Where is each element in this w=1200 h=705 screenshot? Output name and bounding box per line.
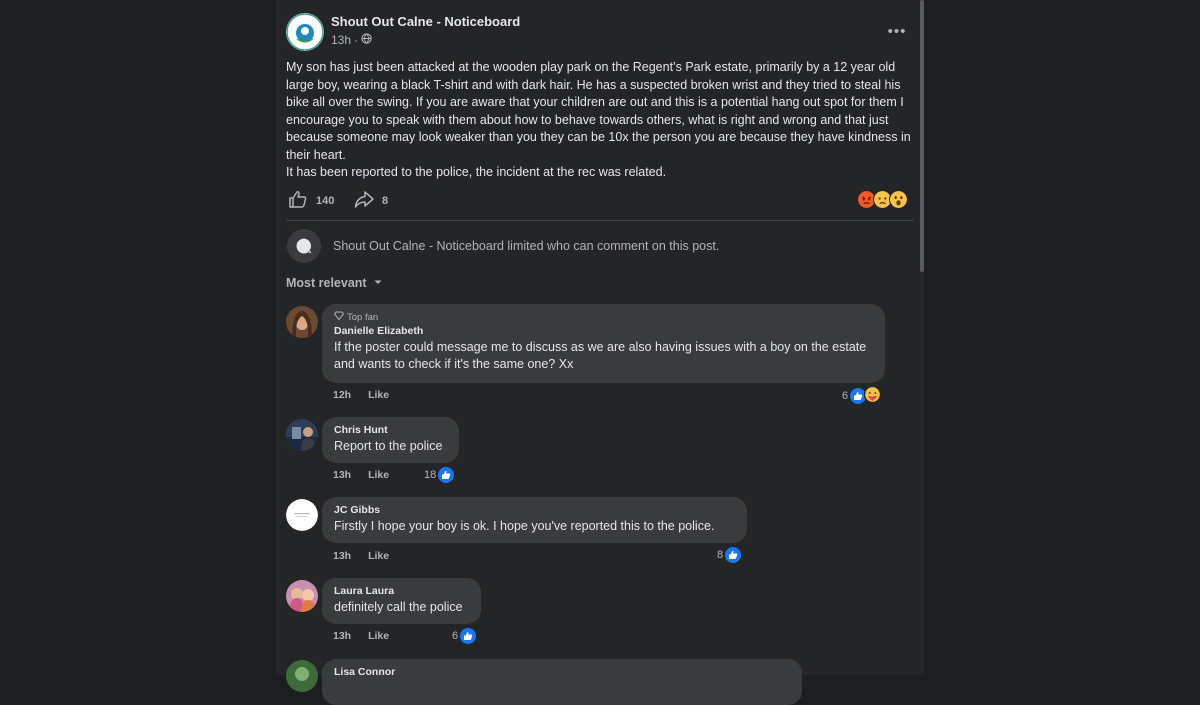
comment-text: Report to the police [334,439,443,453]
divider [286,220,914,221]
reaction-count: 6 [842,390,849,402]
comment-time[interactable]: 12h [333,389,351,401]
share-button[interactable]: 8 [354,190,388,212]
comment-like-button[interactable]: Like [368,389,389,401]
comment-sort-dropdown[interactable]: Most relevant [286,276,383,290]
share-icon [354,190,374,212]
comment-like-button[interactable]: Like [368,550,389,562]
comment-reactions[interactable]: 6 [842,385,882,406]
care-reaction-icon [863,385,882,406]
post-meta: 13h · [331,33,372,47]
share-count: 8 [382,195,389,207]
comment-reactions[interactable]: 8 [717,546,743,564]
post-time[interactable]: 13h [331,33,351,47]
like-button[interactable]: 140 [288,190,334,212]
comment-meta: 13h Like [333,630,389,642]
sort-label: Most relevant [286,276,367,290]
comment-time[interactable]: 13h [333,630,351,642]
commenter-name[interactable]: Lisa Connor [334,666,790,678]
avatar[interactable] [286,660,318,692]
like-reaction-icon [724,546,743,564]
comment-text: definitely call the police [334,600,463,614]
top-fan-badge: Top fan [333,311,873,323]
comment-bubble: JC Gibbs Firstly I hope your boy is ok. … [322,497,747,543]
comment-bubble: Chris Hunt Report to the police [322,417,459,463]
diamond-icon [333,311,345,323]
caret-down-icon [373,276,383,290]
post-body: My son has just been attacked at the woo… [286,59,916,182]
like-reaction-icon [437,466,456,484]
post-paragraph: My son has just been attacked at the woo… [286,60,911,162]
thumbs-up-icon [288,190,308,212]
like-count: 140 [316,195,335,207]
comment-meta: 13h Like [333,550,389,562]
comment-bubble: Top fan Danielle Elizabeth If the poster… [322,304,885,383]
comment-like-button[interactable]: Like [368,469,389,481]
page-avatar[interactable] [286,13,324,51]
comment-reactions[interactable]: 6 [452,627,478,645]
comment-meta: 12h Like [333,389,389,401]
globe-icon [361,33,372,47]
comment-icon [287,229,321,263]
reaction-count: 18 [424,469,437,481]
comment-bubble: Lisa Connor [322,659,802,705]
comments-limited-notice: Shout Out Calne - Noticeboard limited wh… [287,229,719,263]
commenter-name[interactable]: Laura Laura [334,585,469,597]
comment-bubble: Laura Laura definitely call the police [322,578,481,624]
comment-meta: 13h Like [333,469,389,481]
avatar[interactable] [286,499,318,531]
comment-text: Firstly I hope your boy is ok. I hope yo… [334,519,715,533]
avatar[interactable] [286,580,318,612]
commenter-name[interactable]: JC Gibbs [334,504,735,516]
limited-text: Shout Out Calne - Noticeboard limited wh… [333,239,720,253]
comment-text: If the poster could message me to discus… [334,340,867,371]
comment-reactions[interactable]: 18 [424,466,456,484]
comment-like-button[interactable]: Like [368,630,389,642]
commenter-name[interactable]: Danielle Elizabeth [334,325,873,337]
comment-time[interactable]: 13h [333,550,351,562]
avatar[interactable] [286,419,318,451]
wow-emoji-icon [889,190,908,209]
page-name[interactable]: Shout Out Calne - Noticeboard [331,14,520,29]
avatar[interactable] [286,306,318,338]
more-options-icon[interactable]: ••• [884,22,910,40]
like-reaction-icon [459,627,478,645]
post-paragraph: It has been reported to the police, the … [286,165,667,179]
comment-time[interactable]: 13h [333,469,351,481]
commenter-name[interactable]: Chris Hunt [334,424,447,436]
reaction-count: 6 [452,630,459,642]
reaction-count: 8 [717,549,724,561]
reaction-summary[interactable] [857,190,908,209]
scrollbar[interactable] [920,0,924,272]
